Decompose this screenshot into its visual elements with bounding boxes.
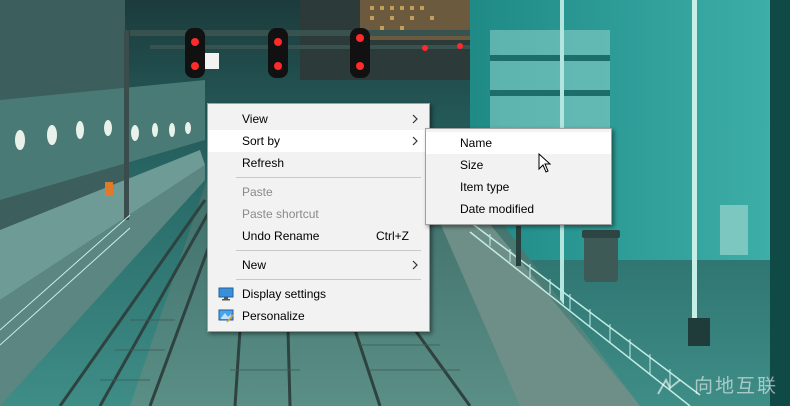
- menu-separator: [236, 279, 421, 280]
- menu-item-display-settings[interactable]: Display settings: [208, 283, 429, 305]
- menu-item-paste[interactable]: Paste: [208, 181, 429, 203]
- menu-item-refresh[interactable]: Refresh: [208, 152, 429, 174]
- menu-item-shortcut: Ctrl+Z: [376, 229, 409, 243]
- menu-item-sort-by[interactable]: Sort by: [208, 130, 429, 152]
- watermark: 向地互联: [656, 371, 778, 398]
- chevron-right-icon: [412, 114, 418, 124]
- menu-item-undo-rename[interactable]: Undo Rename Ctrl+Z: [208, 225, 429, 247]
- menu-item-label: Paste: [242, 185, 273, 199]
- submenu-item-size[interactable]: Size: [426, 154, 611, 176]
- menu-item-label: Display settings: [242, 287, 327, 301]
- chevron-right-icon: [412, 260, 418, 270]
- menu-separator: [236, 177, 421, 178]
- menu-separator: [236, 250, 421, 251]
- desktop-context-menu: View Sort by Refresh Paste Paste shortcu…: [207, 103, 430, 332]
- menu-item-label: Refresh: [242, 156, 285, 170]
- submenu-item-label: Date modified: [460, 202, 535, 216]
- menu-item-paste-shortcut[interactable]: Paste shortcut: [208, 203, 429, 225]
- submenu-item-date-modified[interactable]: Date modified: [426, 198, 611, 220]
- menu-item-label: New: [242, 258, 267, 272]
- submenu-item-label: Size: [460, 158, 484, 172]
- mouse-cursor-icon: [538, 153, 552, 173]
- menu-item-new[interactable]: New: [208, 254, 429, 276]
- menu-item-label: Paste shortcut: [242, 207, 319, 221]
- menu-item-view[interactable]: View: [208, 108, 429, 130]
- menu-item-label: View: [242, 112, 268, 126]
- sort-by-submenu: Name Size Item type Date modified: [425, 128, 612, 225]
- watermark-logo-icon: [657, 377, 681, 394]
- menu-item-label: Sort by: [242, 134, 281, 148]
- submenu-item-name[interactable]: Name: [426, 132, 611, 154]
- submenu-item-item-type[interactable]: Item type: [426, 176, 611, 198]
- menu-item-personalize[interactable]: Personalize: [208, 305, 429, 327]
- watermark-text: 向地互联: [693, 375, 778, 397]
- submenu-item-label: Item type: [460, 180, 510, 194]
- menu-item-label: Undo Rename: [242, 229, 320, 243]
- personalize-icon: [218, 309, 234, 323]
- menu-item-label: Personalize: [242, 309, 305, 323]
- chevron-right-icon: [412, 136, 418, 146]
- display-settings-icon: [218, 287, 234, 301]
- submenu-item-label: Name: [460, 136, 493, 150]
